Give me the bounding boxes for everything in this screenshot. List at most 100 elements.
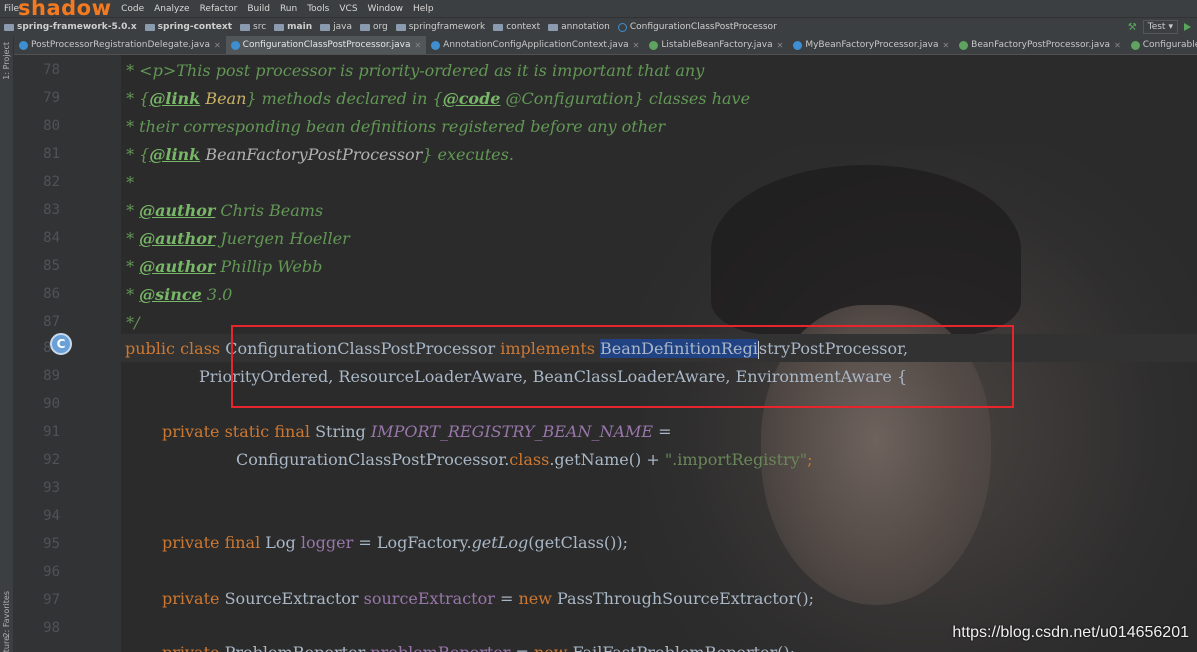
- menu-file[interactable]: File: [4, 4, 19, 14]
- line-number: 86: [43, 286, 60, 302]
- folder-icon: [320, 23, 331, 31]
- line-number: 80: [43, 118, 60, 134]
- code-line: private ProblemReporter problemReporter …: [162, 639, 795, 652]
- chevron-down-icon: ▾: [1168, 22, 1173, 32]
- red-annotation-box: [231, 325, 1014, 408]
- run-configuration-label: Test: [1147, 22, 1166, 32]
- menu-bar: File Code Analyze Refactor Build Run Too…: [0, 0, 1197, 20]
- breadcrumb-item[interactable]: org: [356, 22, 392, 32]
- code-line: * @author Phillip Webb: [121, 257, 323, 276]
- line-number: 98: [43, 620, 60, 636]
- menu-vcs[interactable]: VCS: [339, 4, 357, 14]
- tab-beanfactorypostprocessor[interactable]: BeanFactoryPostProcessor.java ✕: [954, 36, 1126, 54]
- implements-gutter-icon[interactable]: C: [50, 333, 72, 355]
- class-icon: [617, 22, 627, 32]
- folder-icon: [240, 23, 251, 31]
- folder-icon: [4, 23, 14, 31]
- code-line: private SourceExtractor sourceExtractor …: [162, 589, 814, 608]
- tab-mybeanfactoryprocessor[interactable]: MyBeanFactoryProcessor.java ✕: [788, 36, 954, 54]
- folder-icon: [359, 23, 370, 31]
- line-number: 81: [43, 146, 60, 162]
- class-file-icon: [230, 40, 240, 50]
- build-icon[interactable]: ⚒: [1128, 22, 1137, 33]
- menu-analyze[interactable]: Analyze: [154, 4, 189, 14]
- menu-build[interactable]: Build: [247, 4, 270, 14]
- menu-window[interactable]: Window: [368, 4, 404, 14]
- close-icon[interactable]: ✕: [777, 41, 784, 50]
- breadcrumb-item[interactable]: main: [270, 22, 316, 32]
- code-line: * their corresponding bean definitions r…: [121, 117, 666, 136]
- breadcrumb-label: ConfigurationClassPostProcessor: [629, 22, 777, 32]
- code-line: *: [121, 173, 135, 192]
- line-number: 85: [43, 258, 60, 274]
- breadcrumb-label: context: [506, 22, 541, 32]
- code-line: private final Log logger = LogFactory.ge…: [162, 533, 629, 552]
- breadcrumb-item[interactable]: spring-context: [141, 22, 236, 32]
- code-line: * @author Juergen Hoeller: [121, 229, 350, 248]
- project-tool-button[interactable]: 1: Project: [2, 42, 11, 80]
- breadcrumb-item[interactable]: ConfigurationClassPostProcessor: [614, 22, 781, 32]
- tab-annotationconfigapplicationcontext[interactable]: AnnotationConfigApplicationContext.java ✕: [426, 36, 644, 54]
- folder-icon: [493, 23, 504, 31]
- tab-configurationclasspostprocessor[interactable]: ConfigurationClassPostProcessor.java ✕: [225, 36, 427, 54]
- line-number-gutter: 78 79 80 81 82 83 84 85 86 87 88 89 90 9…: [14, 55, 121, 652]
- tab-postprocessorregistrationdelegate[interactable]: PostProcessorRegistrationDelegate.java ✕: [14, 36, 226, 54]
- tab-listablebeanfactory[interactable]: ListableBeanFactory.java ✕: [644, 36, 788, 54]
- tab-label: ConfigurableBeanFactory.java: [1142, 40, 1197, 50]
- folder-icon: [144, 23, 155, 31]
- code-line: * @since 3.0: [121, 285, 233, 304]
- navigation-breadcrumb: spring-framework-5.0.x spring-context sr…: [0, 17, 1197, 36]
- breadcrumb-item[interactable]: annotation: [544, 22, 614, 32]
- tab-label: BeanFactoryPostProcessor.java: [971, 40, 1111, 50]
- line-number: 93: [43, 480, 60, 496]
- menu-refactor[interactable]: Refactor: [200, 4, 238, 14]
- code-line: * <p>This post processor is priority-ord…: [121, 61, 705, 80]
- tab-configurablebeanfactory[interactable]: ConfigurableBeanFactory.java: [1126, 36, 1197, 54]
- code-line: * @author Chris Beams: [121, 201, 324, 220]
- class-file-icon: [431, 40, 441, 50]
- code-line: * {@link BeanFactoryPostProcessor} execu…: [121, 145, 514, 164]
- line-number: 95: [43, 536, 60, 552]
- breadcrumb-item[interactable]: context: [489, 22, 544, 32]
- menu-help[interactable]: Help: [413, 4, 434, 14]
- tab-label: AnnotationConfigApplicationContext.java: [443, 40, 629, 50]
- breadcrumb-label: annotation: [561, 22, 610, 32]
- line-number: 84: [43, 230, 60, 246]
- class-file-icon: [19, 40, 28, 50]
- breadcrumb-label: org: [372, 22, 388, 32]
- close-icon[interactable]: ✕: [633, 41, 640, 50]
- line-number: 83: [43, 202, 60, 218]
- line-number: 91: [43, 424, 60, 440]
- structure-tool-button[interactable]: Structure: [2, 636, 11, 652]
- favorites-tool-button[interactable]: 2: Favorites: [2, 591, 11, 637]
- menu-code[interactable]: Code: [121, 4, 144, 14]
- breadcrumb-item[interactable]: src: [236, 22, 270, 32]
- line-number: 97: [43, 592, 60, 608]
- close-icon[interactable]: ✕: [942, 41, 949, 50]
- tab-label: ListableBeanFactory.java: [661, 40, 773, 50]
- run-configuration-select[interactable]: Test ▾: [1142, 20, 1178, 34]
- breadcrumb-item[interactable]: java: [316, 22, 356, 32]
- menu-run[interactable]: Run: [280, 4, 297, 14]
- left-tool-strip: 1: Project 2: Favorites Structure: [0, 36, 14, 652]
- line-number: 87: [43, 314, 60, 330]
- tab-label: MyBeanFactoryProcessor.java: [805, 40, 939, 50]
- breadcrumb-item[interactable]: spring-framework-5.0.x: [0, 22, 141, 32]
- line-number: 96: [43, 564, 60, 580]
- close-icon[interactable]: ✕: [214, 41, 221, 50]
- folder-icon: [548, 23, 559, 31]
- tab-label: PostProcessorRegistrationDelegate.java: [31, 40, 210, 50]
- interface-file-icon: [649, 40, 659, 50]
- close-icon[interactable]: ✕: [1114, 41, 1121, 50]
- breadcrumb-label: springframework: [408, 22, 486, 32]
- tab-label: ConfigurationClassPostProcessor.java: [242, 40, 411, 50]
- breadcrumb-item[interactable]: springframework: [392, 22, 490, 32]
- line-number: 78: [43, 62, 60, 78]
- run-icon[interactable]: [1184, 23, 1191, 31]
- breadcrumb-label: spring-context: [157, 22, 233, 32]
- menu-tools[interactable]: Tools: [307, 4, 329, 14]
- line-number: 89: [43, 368, 60, 384]
- close-icon[interactable]: ✕: [414, 41, 421, 50]
- breadcrumb-label: main: [287, 22, 313, 32]
- csdn-watermark: https://blog.csdn.net/u014656201: [952, 624, 1189, 641]
